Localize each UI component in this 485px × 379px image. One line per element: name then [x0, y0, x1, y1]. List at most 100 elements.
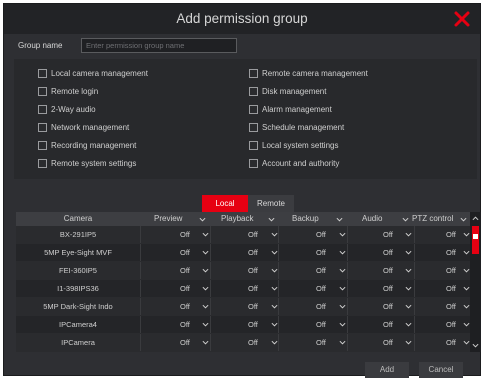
chevron-down-icon[interactable] [339, 321, 346, 328]
checkbox[interactable] [38, 86, 47, 96]
chevron-down-icon[interactable] [463, 231, 470, 238]
perm-account-and-authority[interactable]: Account and authority [249, 157, 339, 169]
checkbox[interactable] [249, 86, 258, 96]
chevron-down-icon[interactable] [202, 249, 209, 256]
checkbox[interactable] [38, 68, 47, 78]
chevron-down-icon[interactable] [202, 321, 209, 328]
playback-select[interactable]: Off [248, 262, 258, 279]
tab-local[interactable]: Local [202, 195, 248, 212]
perm-alarm-management[interactable]: Alarm management [249, 103, 332, 115]
backup-select[interactable]: Off [316, 316, 326, 333]
checkbox[interactable] [249, 122, 258, 132]
checkbox[interactable] [249, 158, 258, 168]
chevron-down-icon[interactable] [268, 216, 275, 223]
perm-schedule-management[interactable]: Schedule management [249, 121, 344, 133]
chevron-down-icon[interactable] [271, 339, 278, 346]
audio-select[interactable]: Off [383, 334, 393, 351]
chevron-down-icon[interactable] [463, 339, 470, 346]
chevron-down-icon[interactable] [271, 321, 278, 328]
chevron-down-icon[interactable] [463, 321, 470, 328]
chevron-down-icon[interactable] [405, 267, 412, 274]
chevron-down-icon[interactable] [336, 216, 343, 223]
scrollbar-thumb[interactable] [472, 226, 479, 254]
chevron-down-icon[interactable] [202, 339, 209, 346]
ptz-control-select[interactable]: Off [446, 244, 456, 261]
perm-remote-camera-management[interactable]: Remote camera management [249, 67, 368, 79]
backup-select[interactable]: Off [316, 298, 326, 315]
chevron-down-icon[interactable] [339, 249, 346, 256]
preview-select[interactable]: Off [180, 280, 190, 297]
chevron-down-icon[interactable] [271, 231, 278, 238]
audio-select[interactable]: Off [383, 316, 393, 333]
playback-select[interactable]: Off [248, 298, 258, 315]
chevron-down-icon[interactable] [271, 267, 278, 274]
vertical-scrollbar[interactable] [470, 212, 481, 352]
chevron-down-icon[interactable] [202, 303, 209, 310]
backup-select[interactable]: Off [316, 244, 326, 261]
chevron-down-icon[interactable] [339, 231, 346, 238]
chevron-down-icon[interactable] [202, 267, 209, 274]
chevron-down-icon[interactable] [463, 285, 470, 292]
chevron-down-icon[interactable] [339, 339, 346, 346]
checkbox[interactable] [249, 140, 258, 150]
perm-disk-management[interactable]: Disk management [249, 85, 326, 97]
chevron-down-icon[interactable] [405, 321, 412, 328]
cancel-button[interactable]: Cancel [419, 362, 463, 378]
backup-select[interactable]: Off [316, 262, 326, 279]
chevron-down-icon[interactable] [405, 339, 412, 346]
perm-network-management[interactable]: Network management [38, 121, 129, 133]
backup-select[interactable]: Off [316, 334, 326, 351]
ptz-control-select[interactable]: Off [446, 298, 456, 315]
chevron-down-icon[interactable] [339, 285, 346, 292]
ptz-control-select[interactable]: Off [446, 262, 456, 279]
audio-select[interactable]: Off [383, 226, 393, 243]
scroll-up-icon[interactable] [472, 215, 479, 222]
backup-select[interactable]: Off [316, 226, 326, 243]
add-button[interactable]: Add [365, 362, 409, 378]
chevron-down-icon[interactable] [202, 285, 209, 292]
audio-select[interactable]: Off [383, 244, 393, 261]
preview-select[interactable]: Off [180, 262, 190, 279]
audio-select[interactable]: Off [383, 262, 393, 279]
ptz-control-select[interactable]: Off [446, 316, 456, 333]
chevron-down-icon[interactable] [271, 303, 278, 310]
backup-select[interactable]: Off [316, 280, 326, 297]
perm-recording-management[interactable]: Recording management [38, 139, 136, 151]
preview-select[interactable]: Off [180, 298, 190, 315]
preview-select[interactable]: Off [180, 226, 190, 243]
preview-select[interactable]: Off [180, 244, 190, 261]
preview-select[interactable]: Off [180, 316, 190, 333]
chevron-down-icon[interactable] [460, 216, 467, 223]
chevron-down-icon[interactable] [463, 249, 470, 256]
chevron-down-icon[interactable] [405, 249, 412, 256]
checkbox[interactable] [38, 122, 47, 132]
checkbox[interactable] [38, 140, 47, 150]
group-name-input[interactable] [81, 38, 237, 53]
checkbox[interactable] [38, 104, 47, 114]
chevron-down-icon[interactable] [463, 303, 470, 310]
chevron-down-icon[interactable] [339, 303, 346, 310]
close-icon[interactable] [452, 9, 472, 29]
ptz-control-select[interactable]: Off [446, 334, 456, 351]
checkbox[interactable] [249, 104, 258, 114]
chevron-down-icon[interactable] [402, 216, 409, 223]
perm-local-camera-management[interactable]: Local camera management [38, 67, 148, 79]
checkbox[interactable] [249, 68, 258, 78]
checkbox[interactable] [38, 158, 47, 168]
chevron-down-icon[interactable] [271, 249, 278, 256]
chevron-down-icon[interactable] [405, 285, 412, 292]
ptz-control-select[interactable]: Off [446, 280, 456, 297]
chevron-down-icon[interactable] [202, 231, 209, 238]
chevron-down-icon[interactable] [271, 285, 278, 292]
ptz-control-select[interactable]: Off [446, 226, 456, 243]
audio-select[interactable]: Off [383, 298, 393, 315]
perm-2way-audio[interactable]: 2-Way audio [38, 103, 96, 115]
perm-remote-login[interactable]: Remote login [38, 85, 98, 97]
chevron-down-icon[interactable] [405, 303, 412, 310]
perm-remote-system-settings[interactable]: Remote system settings [38, 157, 136, 169]
scroll-down-icon[interactable] [472, 342, 479, 349]
perm-local-system-settings[interactable]: Local system settings [249, 139, 338, 151]
playback-select[interactable]: Off [248, 316, 258, 333]
audio-select[interactable]: Off [383, 280, 393, 297]
chevron-down-icon[interactable] [199, 216, 206, 223]
